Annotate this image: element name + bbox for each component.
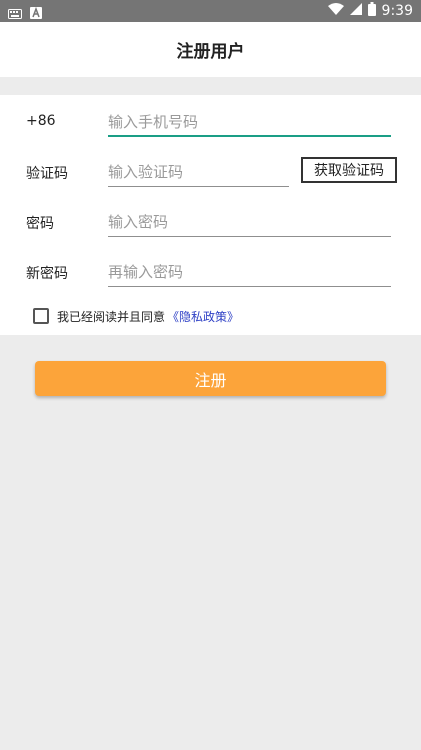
keyboard-icon (8, 4, 22, 23)
password-row: 密码 输入密码 (0, 203, 421, 243)
new-password-label: 新密码 (26, 266, 68, 282)
privacy-policy-link[interactable]: 《隐私政策》 (167, 308, 239, 325)
password-label: 密码 (26, 216, 54, 232)
code-input[interactable]: 输入验证码 (108, 157, 289, 187)
register-button[interactable]: 注册 (35, 361, 386, 396)
app-bar: 注册用户 (0, 22, 421, 77)
agreement-text: 我已经阅读并且同意 (57, 309, 166, 324)
agreement-checkbox[interactable] (33, 308, 49, 324)
new-password-placeholder: 再输入密码 (108, 263, 184, 281)
app-notification-icon (30, 4, 42, 23)
code-label: 验证码 (26, 166, 68, 182)
get-code-button[interactable]: 获取验证码 (301, 157, 397, 183)
page-title: 注册用户 (176, 42, 245, 62)
password-placeholder: 输入密码 (108, 213, 169, 231)
battery-icon (367, 2, 376, 20)
wifi-icon (327, 3, 344, 19)
country-code-label: +86 (26, 113, 56, 129)
code-row: 验证码 输入验证码 获取验证码 (0, 153, 421, 193)
status-bar: 9:39 (0, 0, 421, 22)
phone-row: +86 输入手机号码 (0, 103, 421, 143)
signal-icon (349, 3, 362, 19)
phone-input[interactable]: 输入手机号码 (108, 107, 391, 137)
agreement-row: 我已经阅读并且同意 《隐私政策》 (33, 307, 239, 325)
registration-form: +86 输入手机号码 验证码 输入验证码 获取验证码 密码 输入密码 新密码 再… (0, 95, 421, 335)
password-input[interactable]: 输入密码 (108, 207, 391, 237)
phone-placeholder: 输入手机号码 (108, 112, 199, 131)
code-placeholder: 输入验证码 (108, 163, 184, 181)
new-password-input[interactable]: 再输入密码 (108, 257, 391, 287)
clock-time: 9:39 (381, 3, 413, 19)
new-password-row: 新密码 再输入密码 (0, 253, 421, 293)
